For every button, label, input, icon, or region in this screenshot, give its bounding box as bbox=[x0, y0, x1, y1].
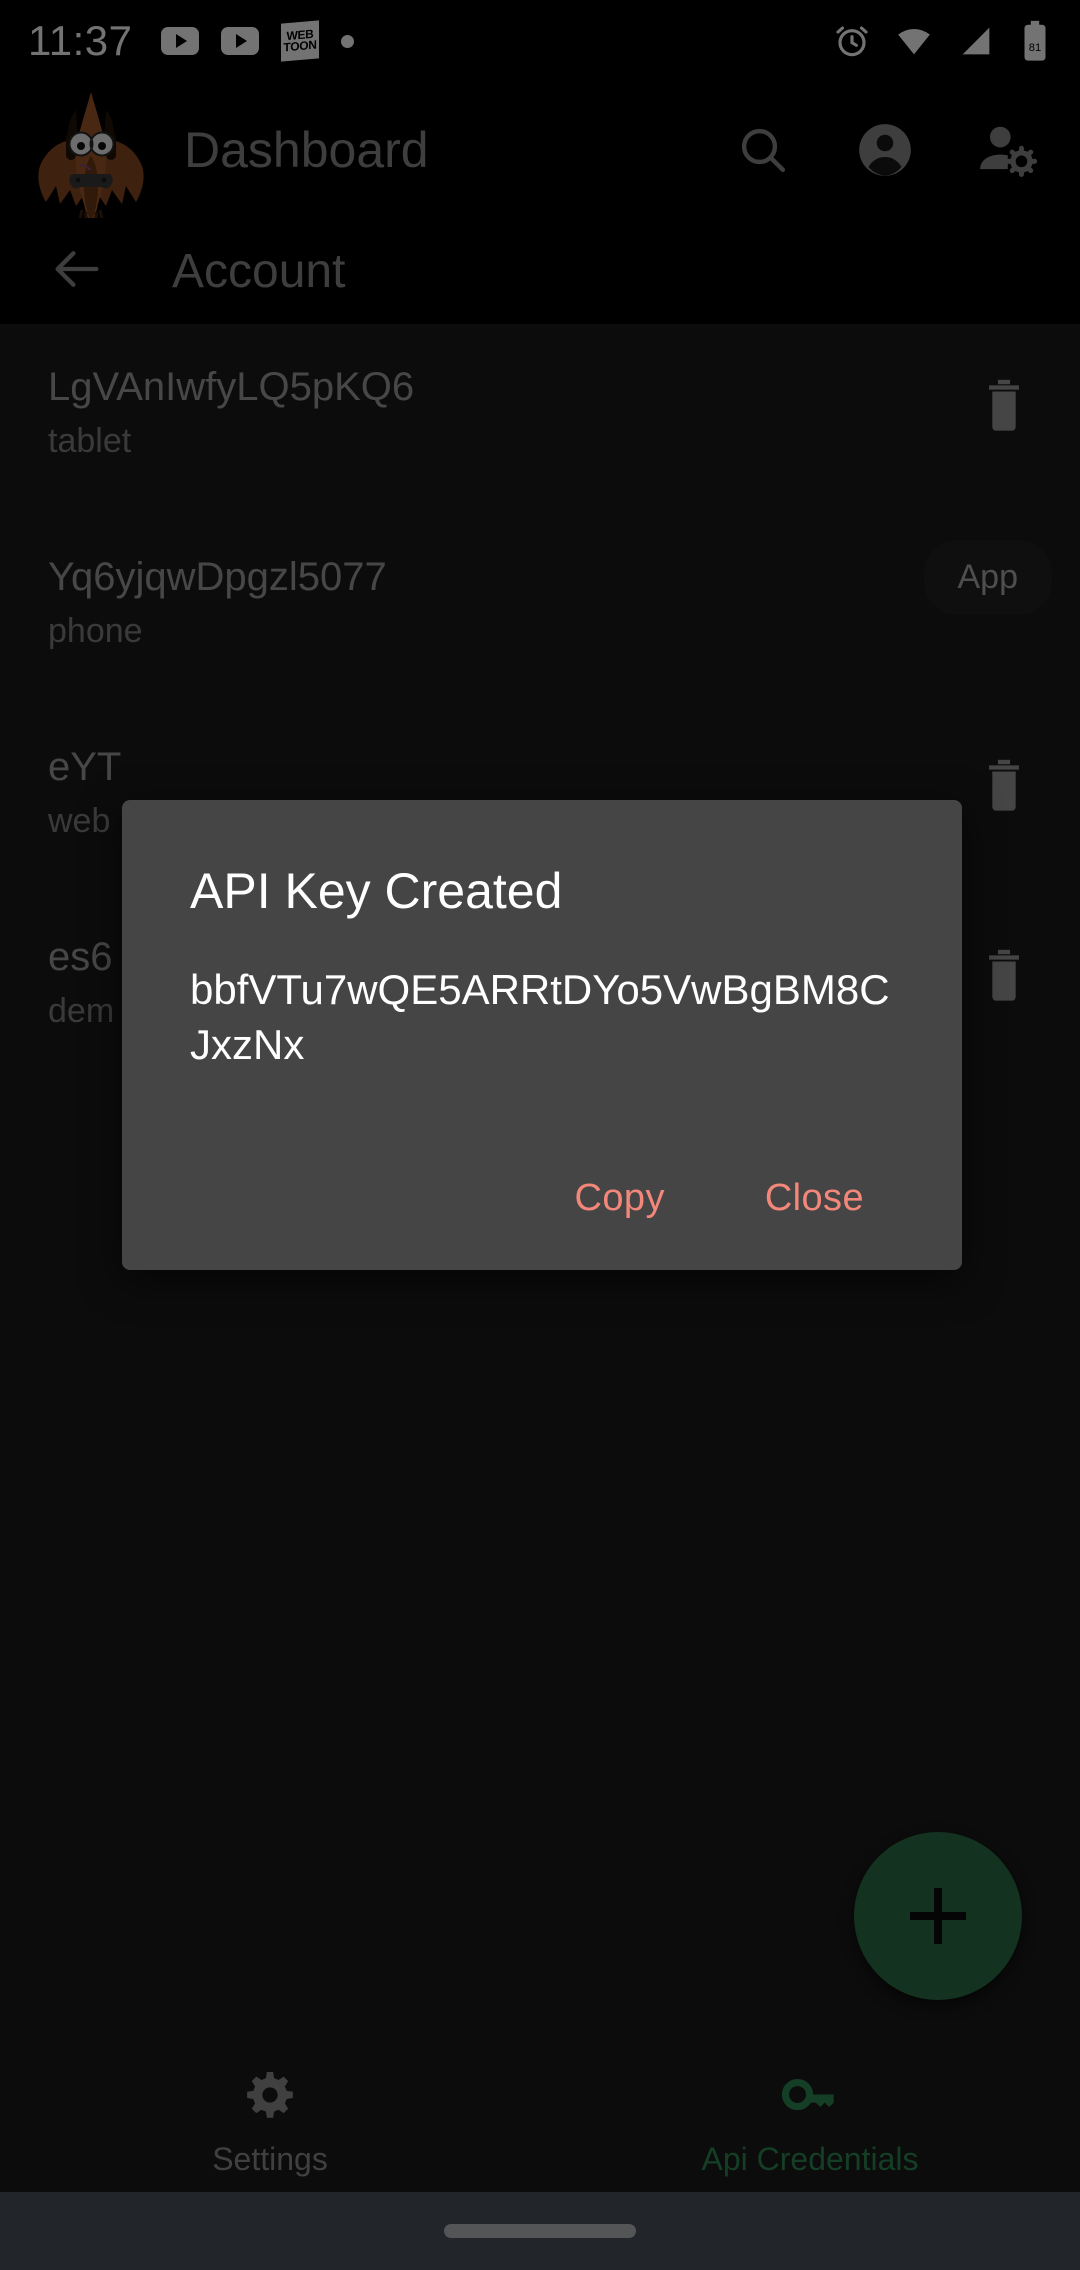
api-key-value: bbfVTu7wQE5ARRtDYo5VwBgBM8CJxzNx bbox=[190, 966, 890, 1069]
api-key-created-dialog: API Key Created bbfVTu7wQE5ARRtDYo5VwBgB… bbox=[122, 800, 962, 1270]
close-button[interactable]: Close bbox=[737, 1161, 892, 1236]
phone-screen: 11:37 WEB TOON bbox=[0, 0, 1080, 2270]
dialog-actions: Copy Close bbox=[190, 1161, 894, 1236]
dialog-title: API Key Created bbox=[190, 863, 563, 919]
copy-button[interactable]: Copy bbox=[547, 1161, 693, 1236]
